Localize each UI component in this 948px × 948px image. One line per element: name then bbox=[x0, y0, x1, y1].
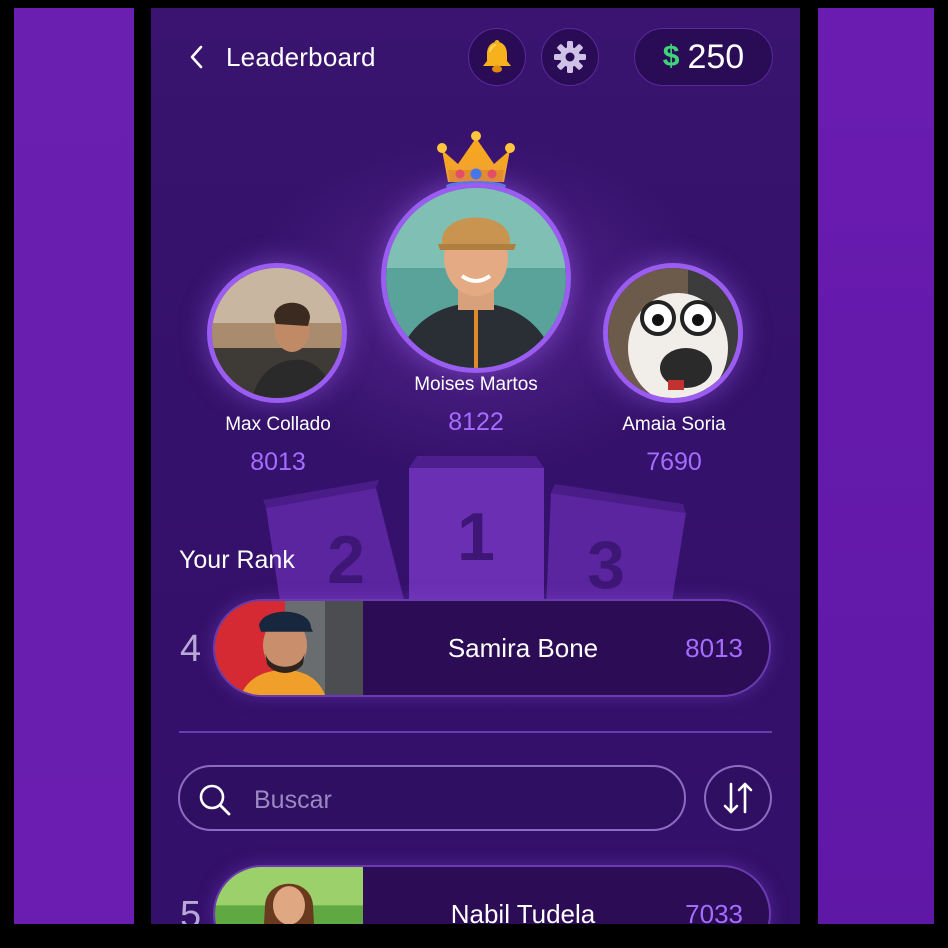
player-name: Nabil Tudela bbox=[450, 899, 596, 924]
header: Leaderboard $ 250 bbox=[151, 8, 800, 108]
podium-number-3: 3 bbox=[587, 527, 625, 603]
podium-number-2: 2 bbox=[327, 522, 365, 598]
bell-icon bbox=[483, 40, 511, 73]
avatar-image bbox=[608, 268, 738, 398]
player-score: 8013 bbox=[685, 633, 743, 663]
avatar-first-place[interactable] bbox=[381, 183, 571, 373]
avatar-image bbox=[212, 268, 342, 398]
player-avatar bbox=[215, 867, 363, 924]
notifications-button[interactable] bbox=[468, 28, 526, 86]
page-title: Leaderboard bbox=[226, 42, 376, 72]
avatar-second-place[interactable] bbox=[207, 263, 347, 403]
search-input[interactable] bbox=[252, 779, 656, 821]
third-place-score: 7690 bbox=[646, 448, 702, 476]
player-name: Samira Bone bbox=[447, 633, 599, 663]
back-button[interactable] bbox=[187, 44, 211, 72]
avatar-image bbox=[386, 188, 566, 368]
second-place-name: Max Collado bbox=[225, 414, 331, 435]
sort-icon bbox=[723, 782, 753, 814]
sort-button[interactable] bbox=[704, 765, 772, 831]
list-rank-number: 5 bbox=[180, 894, 202, 924]
your-rank-number: 4 bbox=[180, 628, 202, 670]
search-box[interactable] bbox=[178, 765, 686, 831]
search-icon bbox=[199, 784, 231, 816]
second-place-score: 8013 bbox=[250, 448, 306, 476]
player-avatar bbox=[215, 601, 363, 695]
back-chevron-icon bbox=[190, 45, 203, 69]
leaderboard-screen: Leaderboard $ 250 2 1 3 Moises Martos 81… bbox=[151, 8, 800, 924]
dollar-icon: $ bbox=[662, 40, 680, 73]
player-score: 7033 bbox=[685, 899, 743, 924]
coin-amount: 250 bbox=[687, 37, 745, 76]
third-place-name: Amaia Soria bbox=[622, 414, 726, 435]
first-place-score: 8122 bbox=[448, 408, 504, 436]
divider bbox=[179, 731, 772, 733]
coin-balance[interactable]: $ 250 bbox=[634, 28, 773, 86]
first-place-name: Moises Martos bbox=[414, 374, 538, 395]
gear-icon bbox=[554, 41, 586, 73]
your-rank-card[interactable]: Samira Bone 8013 bbox=[213, 599, 771, 697]
list-item[interactable]: Nabil Tudela 7033 bbox=[213, 865, 771, 924]
your-rank-heading: Your Rank bbox=[179, 546, 295, 574]
left-backdrop-panel bbox=[14, 8, 134, 924]
avatar-third-place[interactable] bbox=[603, 263, 743, 403]
settings-button[interactable] bbox=[541, 28, 599, 86]
right-backdrop-panel bbox=[818, 8, 934, 924]
podium-number-1: 1 bbox=[457, 499, 495, 575]
